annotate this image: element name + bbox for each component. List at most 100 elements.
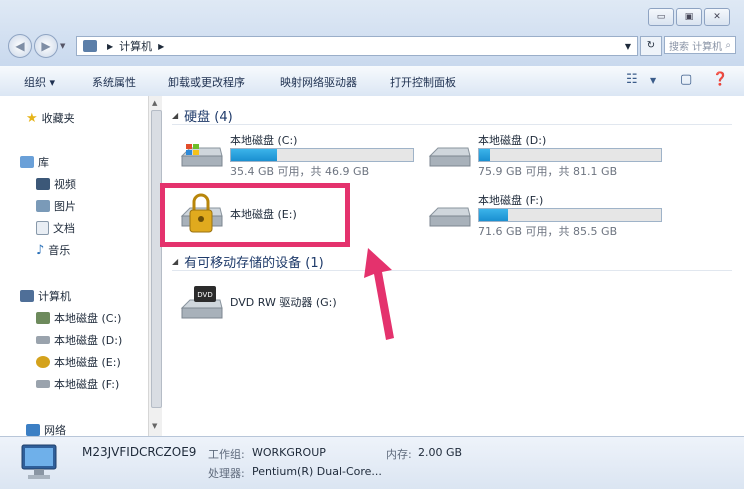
drive-free-space: 75.9 GB 可用，共 81.1 GB	[478, 165, 618, 178]
refresh-button[interactable]: ↻	[640, 36, 662, 56]
chevron-down-icon[interactable]: ▼	[619, 42, 637, 51]
minimize-button[interactable]: ▭	[648, 8, 674, 26]
collapse-icon[interactable]: ◢	[172, 257, 178, 266]
video-icon	[36, 178, 50, 190]
group-title: 有可移动存储的设备 (1)	[184, 256, 324, 271]
computer-monitor-icon	[21, 444, 57, 479]
sidebar-item-favorites[interactable]: ★ 收藏夹	[26, 110, 75, 126]
document-icon	[36, 221, 49, 235]
sidebar-item-label: 视频	[54, 178, 76, 191]
open-control-panel-button[interactable]: 打开控制面板	[390, 74, 456, 90]
preview-pane-icon[interactable]: ▢	[680, 72, 692, 87]
system-properties-button[interactable]: 系统属性	[92, 74, 136, 90]
highlight-box	[160, 183, 350, 247]
search-icon[interactable]: ⌕	[725, 40, 731, 51]
library-icon	[20, 156, 34, 168]
search-placeholder: 搜索 计算机	[669, 41, 723, 53]
help-icon[interactable]: ❓	[712, 72, 728, 87]
memory-label: 内存:	[386, 448, 412, 461]
drive-icon	[428, 147, 471, 167]
sidebar-item-label: 音乐	[48, 244, 71, 257]
processor-value: Pentium(R) Dual-Core...	[252, 465, 382, 478]
navigation-pane: ★ 收藏夹 库 视频 图片 文档 ♪ 音乐 计算机 本地磁盘 (C:) 本地磁盘…	[0, 96, 148, 437]
star-icon: ★	[26, 110, 38, 126]
sidebar-item-label: 本地磁盘 (C:)	[54, 312, 122, 325]
content-pane: ◢ 硬盘 (4) 本地磁盘 (C:) 35.4 GB 可用，共 46.9 GB …	[162, 96, 744, 436]
drive-icon	[36, 336, 50, 344]
computer-icon	[20, 290, 34, 302]
group-title: 硬盘 (4)	[184, 110, 233, 125]
map-network-drive-button[interactable]: 映射网络驱动器	[280, 74, 357, 90]
drive-item-c[interactable]: 本地磁盘 (C:) 35.4 GB 可用，共 46.9 GB	[180, 132, 420, 178]
sidebar-item-label: 本地磁盘 (E:)	[54, 356, 121, 369]
sidebar-item-label: 本地磁盘 (F:)	[54, 378, 120, 391]
uninstall-program-button[interactable]: 卸载或更改程序	[168, 74, 245, 90]
address-bar[interactable]: ▶ 计算机 ▶ ▼	[76, 36, 638, 56]
command-bar: 组织 ▾ 系统属性 卸载或更改程序 映射网络驱动器 打开控制面板 ☷ ▼ ▢ ❓	[0, 66, 744, 97]
drive-icon	[428, 207, 471, 227]
sidebar-item-label: 收藏夹	[41, 112, 75, 125]
sidebar-item-drive-d[interactable]: 本地磁盘 (D:)	[36, 332, 122, 348]
drive-icon	[36, 380, 50, 388]
sidebar-item-library[interactable]: 库	[20, 154, 49, 170]
computer-icon	[83, 40, 97, 52]
search-input[interactable]: 搜索 计算机 ⌕	[664, 36, 736, 54]
scroll-down-icon[interactable]: ▼	[152, 422, 157, 430]
group-divider	[172, 124, 732, 125]
hard-disks-group-header[interactable]: ◢ 硬盘 (4)	[172, 106, 732, 125]
recent-pages-dropdown[interactable]: ▼	[60, 42, 65, 50]
scroll-up-icon[interactable]: ▲	[152, 99, 157, 107]
sidebar-item-pictures[interactable]: 图片	[36, 198, 76, 214]
chevron-down-icon[interactable]: ▼	[650, 76, 656, 85]
details-pane: M23JVFIDCRCZOE9 工作组: WORKGROUP 内存: 2.00 …	[0, 436, 744, 489]
dvd-drive-icon: DVD	[180, 286, 223, 319]
drive-usage-bar	[478, 208, 662, 222]
sidebar-item-computer[interactable]: 计算机	[20, 288, 71, 304]
window-controls: ▭ ▣ ✕	[648, 8, 730, 26]
drive-usage-fill	[479, 209, 509, 221]
drive-name: DVD RW 驱动器 (G:)	[230, 296, 337, 309]
drive-free-space: 71.6 GB 可用，共 85.5 GB	[478, 225, 618, 238]
sidebar-scrollbar[interactable]: ▲ ▼	[148, 96, 163, 436]
locked-drive-icon	[36, 356, 50, 368]
drive-name: 本地磁盘 (D:)	[478, 134, 547, 147]
sidebar-item-label: 文档	[53, 222, 75, 235]
drive-name: 本地磁盘 (C:)	[230, 134, 298, 147]
windows-drive-icon	[180, 144, 223, 167]
picture-icon	[36, 200, 50, 212]
breadcrumb-computer[interactable]: 计算机	[119, 38, 152, 54]
music-icon: ♪	[36, 242, 45, 258]
pointer-arrow-icon	[364, 248, 394, 340]
maximize-button[interactable]: ▣	[676, 8, 702, 26]
drive-item-d[interactable]: 本地磁盘 (D:) 75.9 GB 可用，共 81.1 GB	[428, 132, 668, 178]
sidebar-item-videos[interactable]: 视频	[36, 176, 76, 192]
sidebar-item-documents[interactable]: 文档	[36, 220, 75, 236]
forward-button[interactable]: ▶	[34, 34, 58, 58]
drive-usage-bar	[478, 148, 662, 162]
sidebar-item-drive-c[interactable]: 本地磁盘 (C:)	[36, 310, 121, 326]
sidebar-item-music[interactable]: ♪ 音乐	[36, 242, 70, 258]
workgroup-value: WORKGROUP	[252, 446, 326, 459]
drive-free-space: 35.4 GB 可用，共 46.9 GB	[230, 165, 370, 178]
collapse-icon[interactable]: ◢	[172, 111, 178, 120]
processor-label: 处理器:	[208, 467, 245, 480]
drive-item-f[interactable]: 本地磁盘 (F:) 71.6 GB 可用，共 85.5 GB	[428, 192, 668, 238]
sidebar-item-label: 库	[38, 156, 49, 169]
sidebar-item-drive-e[interactable]: 本地磁盘 (E:)	[36, 354, 121, 370]
removable-devices-group-header[interactable]: ◢ 有可移动存储的设备 (1)	[172, 252, 732, 271]
organize-menu[interactable]: 组织 ▾	[24, 74, 55, 90]
close-button[interactable]: ✕	[704, 8, 730, 26]
sidebar-item-label: 计算机	[38, 290, 71, 303]
breadcrumb-separator-icon[interactable]: ▶	[158, 42, 164, 51]
sidebar-item-label: 图片	[54, 200, 76, 213]
scrollbar-thumb[interactable]	[151, 110, 162, 408]
memory-value: 2.00 GB	[418, 446, 463, 459]
title-bar: ▭ ▣ ✕ ◀ ▶ ▼ ▶ 计算机 ▶ ▼ ↻ 搜索 计算机 ⌕	[0, 0, 744, 66]
back-button[interactable]: ◀	[8, 34, 32, 58]
drive-usage-fill	[231, 149, 277, 161]
system-drive-icon	[36, 312, 50, 324]
view-options-icon[interactable]: ☷	[626, 72, 638, 87]
sidebar-item-drive-f[interactable]: 本地磁盘 (F:)	[36, 376, 119, 392]
breadcrumb-separator-icon[interactable]: ▶	[107, 42, 113, 51]
sidebar-item-label: 本地磁盘 (D:)	[54, 334, 123, 347]
